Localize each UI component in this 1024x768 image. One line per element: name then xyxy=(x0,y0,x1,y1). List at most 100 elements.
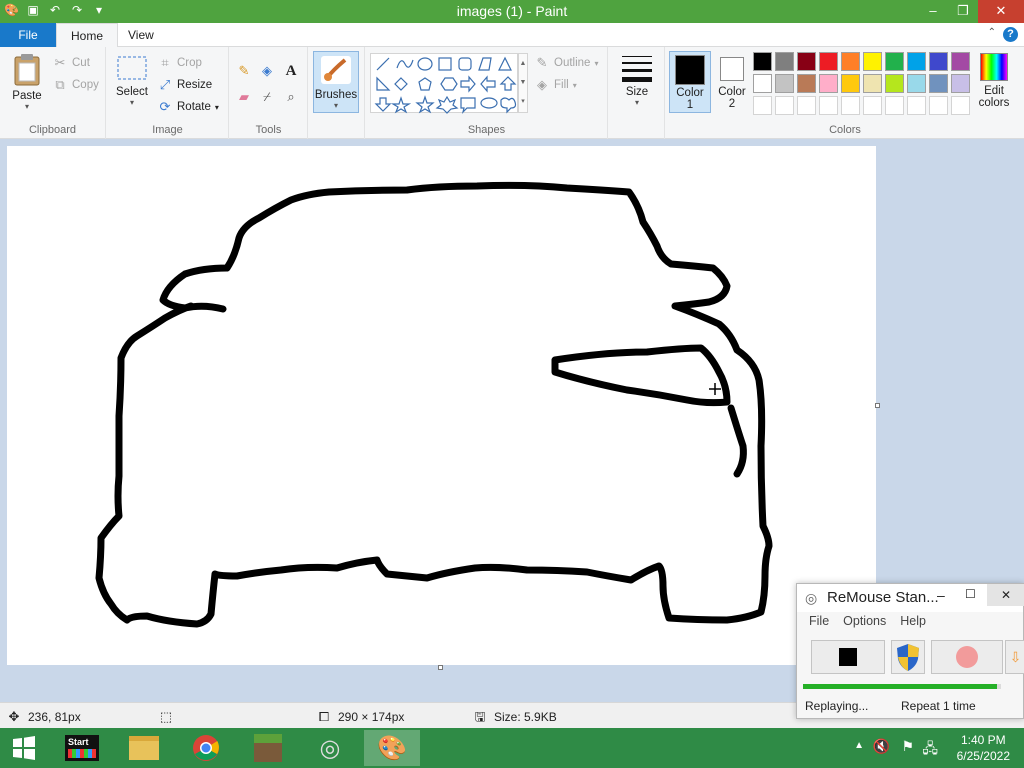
brushes-group: Brushes ▾ xyxy=(309,47,365,139)
color1-number: 1 xyxy=(686,99,694,111)
palette-swatch[interactable] xyxy=(753,96,772,115)
palette-swatch[interactable] xyxy=(907,74,926,93)
remouse-record-button[interactable] xyxy=(931,640,1003,674)
resize-button[interactable]: ⤢ Resize xyxy=(157,77,212,93)
tab-view[interactable]: View xyxy=(114,23,168,47)
edit-colors-button[interactable]: Edit colors xyxy=(974,51,1014,109)
color2-swatch xyxy=(720,57,744,81)
palette-swatch[interactable] xyxy=(885,52,904,71)
palette-swatch[interactable] xyxy=(819,96,838,115)
remouse-menu-file[interactable]: File xyxy=(809,614,829,634)
remouse-app-icon: ◎ xyxy=(805,590,818,606)
remouse-menu-help[interactable]: Help xyxy=(900,614,926,634)
taskbar-remouse[interactable]: ◎ xyxy=(302,730,358,766)
fill-button[interactable]: ◈ Fill ▾ xyxy=(534,77,577,93)
rotate-button[interactable]: ⟳ Rotate ▾ xyxy=(157,99,219,115)
taskbar-start-app[interactable]: Start xyxy=(54,730,110,766)
outline-button[interactable]: ✎ Outline ▾ xyxy=(534,55,599,71)
start-app-icon: Start xyxy=(65,735,99,761)
palette-swatch[interactable] xyxy=(753,74,772,93)
palette-swatch[interactable] xyxy=(929,52,948,71)
hexagon-shape-icon xyxy=(440,77,458,91)
action-center-icon[interactable]: ⚑ xyxy=(901,738,914,755)
remouse-close-button[interactable]: ✕ xyxy=(987,584,1024,606)
palette-swatch[interactable] xyxy=(775,52,794,71)
brushes-label: Brushes xyxy=(314,89,358,101)
resize-handle-right[interactable] xyxy=(875,403,880,408)
taskbar-paint[interactable]: 🎨 xyxy=(364,730,420,766)
brushes-button[interactable]: Brushes ▾ xyxy=(313,51,359,113)
palette-swatch[interactable] xyxy=(929,96,948,115)
minimize-button[interactable]: – xyxy=(918,0,948,23)
remouse-maximize-button[interactable]: ☐ xyxy=(965,587,976,601)
palette-swatch[interactable] xyxy=(907,52,926,71)
eraser-icon[interactable]: ▰ xyxy=(236,89,252,105)
magnifier-icon[interactable]: ⌕ xyxy=(283,89,299,105)
minimize-ribbon-icon[interactable]: ⌃ xyxy=(988,27,996,38)
remouse-stop-button[interactable] xyxy=(811,640,885,674)
palette-swatch[interactable] xyxy=(863,96,882,115)
pencil-icon[interactable]: ✎ xyxy=(236,63,252,79)
crop-button[interactable]: ⌗ Crop xyxy=(157,55,202,71)
cut-button[interactable]: ✂ Cut xyxy=(52,55,90,71)
remouse-admin-button[interactable] xyxy=(891,640,925,674)
palette-swatch[interactable] xyxy=(885,96,904,115)
palette-swatch[interactable] xyxy=(863,74,882,93)
taskbar-chrome[interactable] xyxy=(178,730,234,766)
text-tool-icon[interactable]: A xyxy=(283,63,299,79)
rounded-callout-shape-icon xyxy=(460,97,476,114)
palette-swatch[interactable] xyxy=(863,52,882,71)
palette-swatch[interactable] xyxy=(753,52,772,71)
help-icon[interactable]: ? xyxy=(1003,27,1018,42)
maximize-button[interactable]: ❐ xyxy=(948,0,978,23)
palette-swatch[interactable] xyxy=(951,52,970,71)
show-hidden-icons[interactable]: ▲ xyxy=(854,740,864,751)
remouse-play-button[interactable]: ⇩ xyxy=(1005,640,1024,674)
size-button[interactable]: Size ▾ xyxy=(615,53,659,107)
clock[interactable]: 1:40 PM 6/25/2022 xyxy=(957,732,1010,764)
start-button[interactable] xyxy=(0,730,48,766)
palette-swatch[interactable] xyxy=(797,74,816,93)
tab-home[interactable]: Home xyxy=(56,23,119,48)
palette-swatch[interactable] xyxy=(929,74,948,93)
resize-handle-bottom[interactable] xyxy=(438,665,443,670)
copy-button[interactable]: ⧉ Copy xyxy=(52,77,99,93)
taskbar-minecraft[interactable] xyxy=(240,730,296,766)
shapes-scroll[interactable]: ▲ ▼ ▾ xyxy=(518,53,528,113)
remouse-minimize-button[interactable]: – xyxy=(937,587,945,603)
fill-icon: ◈ xyxy=(537,77,547,92)
color2-number: 2 xyxy=(728,98,736,110)
remouse-menu-options[interactable]: Options xyxy=(843,614,886,634)
clock-time: 1:40 PM xyxy=(960,733,1006,747)
scissors-icon: ✂ xyxy=(54,55,66,70)
paste-button[interactable]: Paste ▾ xyxy=(6,53,48,111)
fill-bucket-icon[interactable]: ◈ xyxy=(259,63,275,79)
shapes-gallery[interactable] xyxy=(370,53,518,114)
polygon-shape-icon xyxy=(478,57,492,71)
network-icon[interactable]: 🖧 xyxy=(922,738,938,762)
crop-icon: ⌗ xyxy=(161,55,169,70)
palette-swatch[interactable] xyxy=(907,96,926,115)
drawing-canvas[interactable] xyxy=(7,146,876,665)
volume-muted-icon[interactable]: 🔇 xyxy=(873,738,890,755)
palette-swatch[interactable] xyxy=(951,96,970,115)
palette-swatch[interactable] xyxy=(775,74,794,93)
paste-label: Paste xyxy=(12,90,42,102)
palette-swatch[interactable] xyxy=(951,74,970,93)
palette-swatch[interactable] xyxy=(885,74,904,93)
palette-swatch[interactable] xyxy=(841,74,860,93)
palette-swatch[interactable] xyxy=(841,96,860,115)
palette-swatch[interactable] xyxy=(819,74,838,93)
color1-button[interactable]: Color 1 xyxy=(669,51,711,113)
color-picker-icon[interactable]: ⌿ xyxy=(259,89,275,105)
select-button[interactable]: Select ▾ xyxy=(113,55,151,107)
palette-swatch[interactable] xyxy=(797,52,816,71)
file-tab[interactable]: File xyxy=(0,23,56,47)
close-button[interactable]: ✕ xyxy=(978,0,1024,23)
palette-swatch[interactable] xyxy=(841,52,860,71)
taskbar-file-explorer[interactable] xyxy=(116,730,172,766)
palette-swatch[interactable] xyxy=(775,96,794,115)
palette-swatch[interactable] xyxy=(797,96,816,115)
color2-button[interactable]: Color 2 xyxy=(713,51,751,113)
palette-swatch[interactable] xyxy=(819,52,838,71)
